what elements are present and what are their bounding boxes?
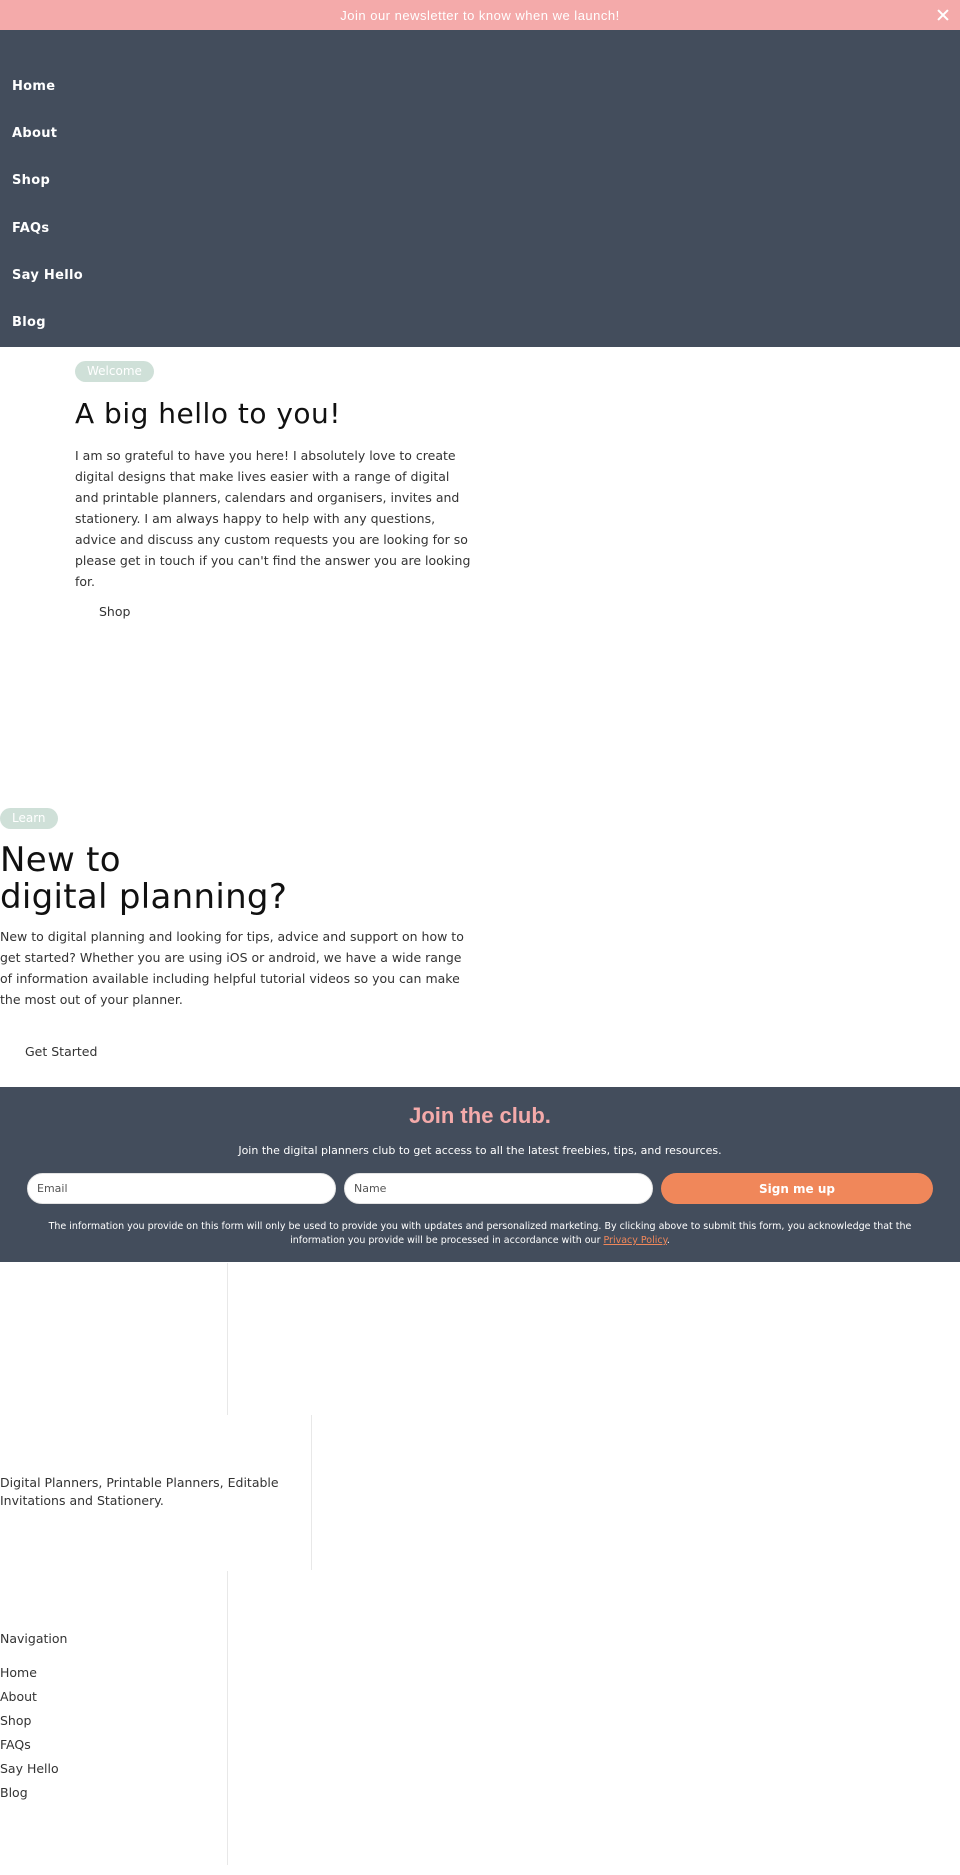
legal-end: . [666, 1235, 670, 1246]
newsletter-subtitle: Join the digital planners club to get ac… [238, 1144, 722, 1157]
welcome-body: I am so grateful to have you here! I abs… [75, 448, 471, 589]
sign-up-button[interactable]: Sign me up [661, 1173, 933, 1204]
learn-title-line2: digital planning? [0, 877, 288, 917]
divider [227, 1263, 228, 1415]
footer-link-blog[interactable]: Blog [0, 1785, 28, 1800]
footer-description: Digital Planners, Printable Planners, Ed… [0, 1475, 279, 1508]
learn-title-line1: New to [0, 840, 121, 880]
get-started-button[interactable]: Get Started [25, 1044, 97, 1059]
footer-link-say-hello[interactable]: Say Hello [0, 1761, 59, 1776]
welcome-title: A big hello to you! [75, 397, 342, 430]
close-icon[interactable] [936, 8, 950, 22]
privacy-policy-link[interactable]: Privacy Policy [604, 1235, 667, 1246]
nav-item-shop[interactable]: Shop [12, 173, 50, 188]
name-input[interactable] [344, 1173, 653, 1204]
main-nav: Home About Shop FAQs Say Hello Blog [0, 30, 960, 347]
nav-item-home[interactable]: Home [12, 79, 55, 94]
divider [311, 1415, 312, 1570]
nav-item-faqs[interactable]: FAQs [12, 221, 49, 236]
legal-notice: The information you provide on this form… [20, 1220, 940, 1248]
newsletter-section: Join the club. Join the digital planners… [0, 1087, 960, 1262]
learn-body: New to digital planning and looking for … [0, 929, 464, 1007]
footer-link-about[interactable]: About [0, 1689, 37, 1704]
newsletter-title: Join the club. [409, 1103, 551, 1128]
nav-item-say-hello[interactable]: Say Hello [12, 268, 83, 283]
announcement-bar: Join our newsletter to know when we laun… [0, 0, 960, 30]
nav-item-blog[interactable]: Blog [12, 315, 46, 330]
footer-link-home[interactable]: Home [0, 1665, 37, 1680]
divider [227, 1571, 228, 1865]
footer-nav-title: Navigation [0, 1631, 68, 1646]
welcome-tag: Welcome [75, 361, 154, 382]
email-input[interactable] [27, 1173, 336, 1204]
learn-title: New to digital planning? [0, 842, 287, 916]
announcement-text: Join our newsletter to know when we laun… [340, 7, 620, 23]
legal-text: The information you provide on this form… [48, 1221, 912, 1246]
footer-link-faqs[interactable]: FAQs [0, 1737, 31, 1752]
shop-button[interactable]: Shop [99, 604, 130, 619]
footer-link-shop[interactable]: Shop [0, 1713, 31, 1728]
nav-item-about[interactable]: About [12, 126, 57, 141]
learn-tag: Learn [0, 808, 58, 829]
